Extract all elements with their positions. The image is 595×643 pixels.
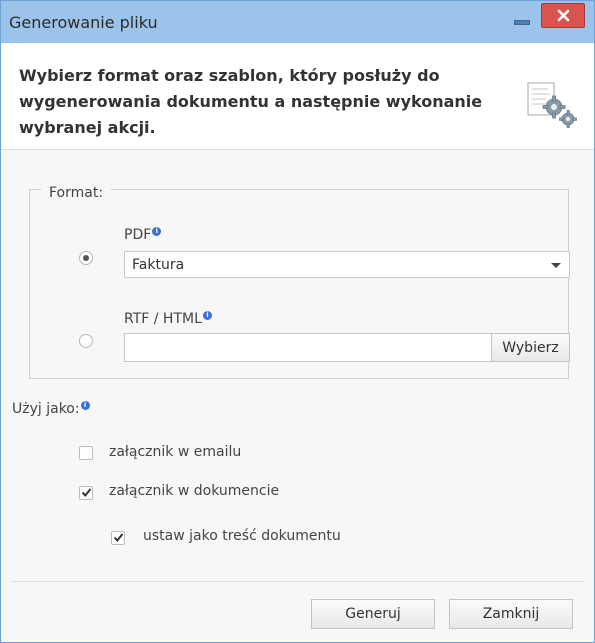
- info-icon: i: [80, 401, 90, 410]
- checkmark-icon: [81, 488, 92, 498]
- rtf-html-label: RTF / HTML i: [124, 311, 212, 327]
- pdf-label: PDF i: [124, 227, 162, 243]
- close-icon: [557, 9, 570, 22]
- use-as-label: Użyj jako: i: [12, 401, 90, 417]
- document-attachment-checkbox[interactable]: [79, 486, 93, 500]
- close-button[interactable]: [541, 3, 585, 28]
- email-attachment-label[interactable]: załącznik w emailu: [109, 444, 241, 460]
- checkmark-icon: [113, 533, 124, 543]
- instruction-text: Wybierz format oraz szablon, który posłu…: [19, 66, 483, 137]
- title-bar[interactable]: Generowanie pliku: [1, 1, 594, 43]
- minimize-button[interactable]: [508, 5, 536, 29]
- document-content-label[interactable]: ustaw jako treść dokumentu: [143, 528, 341, 544]
- dialog-header: Wybierz format oraz szablon, który posłu…: [1, 43, 594, 150]
- info-icon: i: [202, 311, 212, 320]
- email-attachment-checkbox[interactable]: [79, 446, 93, 460]
- window-title: Generowanie pliku: [9, 13, 158, 32]
- template-select[interactable]: Faktura: [124, 251, 570, 278]
- rtf-html-radio[interactable]: [79, 334, 93, 348]
- pdf-radio[interactable]: [79, 251, 93, 265]
- document-attachment-label[interactable]: załącznik w dokumencie: [109, 483, 279, 499]
- chevron-down-icon: [551, 263, 561, 268]
- choose-file-button[interactable]: Wybierz: [491, 333, 570, 362]
- footer-divider: [11, 581, 584, 582]
- info-icon: i: [152, 227, 162, 236]
- generate-button[interactable]: Generuj: [311, 599, 435, 629]
- minimize-icon: [514, 20, 530, 25]
- document-gear-icon: [527, 82, 577, 128]
- close-dialog-button[interactable]: Zamknij: [449, 599, 573, 629]
- file-path-input[interactable]: [124, 333, 492, 362]
- format-legend: Format:: [41, 185, 112, 201]
- document-content-checkbox[interactable]: [111, 531, 125, 545]
- dialog-window: Generowanie pliku Wybierz format oraz sz…: [0, 0, 595, 643]
- template-select-value: Faktura: [132, 257, 185, 273]
